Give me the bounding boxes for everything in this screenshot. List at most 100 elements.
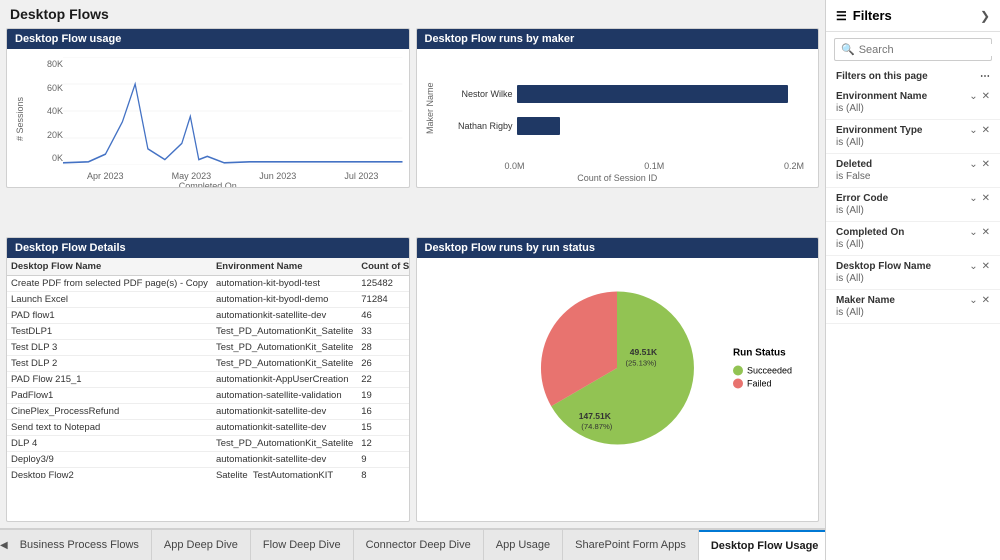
filters-search-box[interactable]: 🔍 [834, 38, 992, 61]
maker-name-2: Nathan Rigby [443, 121, 513, 131]
legend-succeeded-label: Succeeded [747, 366, 792, 376]
table-cell: PadFlow1 [7, 388, 212, 404]
table-cell: 12 [357, 436, 408, 452]
table-cell: Desktop Flow2 [7, 468, 212, 479]
filter-item: Environment Name ⌄ ✕ is (All) [826, 86, 1000, 120]
table-cell: automationkit-satellite-dev [212, 452, 357, 468]
filter-controls[interactable]: ⌄ ✕ [969, 125, 990, 136]
run-status-card: Desktop Flow runs by run status 49.51K [416, 237, 820, 522]
filter-controls[interactable]: ⌄ ✕ [969, 295, 990, 306]
table-row: Test DLP 3Test_PD_AutomationKit_Satelite… [7, 340, 409, 356]
filter-name: Error Code [836, 193, 888, 204]
tab-desktop-flow-usage[interactable]: Desktop Flow Usage [699, 530, 825, 560]
usage-chart-title: Desktop Flow usage [7, 29, 409, 49]
maker-x-labels: 0.0M0.1M0.2M [423, 161, 813, 173]
filter-item-header: Maker Name ⌄ ✕ [836, 295, 990, 306]
x-axis-labels: Apr 2023May 2023Jun 2023Jul 2023 [63, 171, 403, 181]
filters-close-btn[interactable]: ❯ [980, 9, 990, 23]
maker-y-axis-title: Maker Name [423, 55, 437, 161]
legend-failed-label: Failed [747, 379, 772, 389]
filter-clear-icon[interactable]: ✕ [982, 125, 990, 136]
filter-expand-icon[interactable]: ⌄ [969, 159, 977, 170]
filter-items-list: Environment Name ⌄ ✕ is (All) Environmen… [826, 86, 1000, 560]
table-cell: 46 [357, 308, 408, 324]
tab-app-deep-dive[interactable]: App Deep Dive [152, 530, 251, 560]
filter-expand-icon[interactable]: ⌄ [969, 91, 977, 102]
filter-item: Desktop Flow Name ⌄ ✕ is (All) [826, 256, 1000, 290]
table-cell: 26 [357, 356, 408, 372]
filter-item: Environment Type ⌄ ✕ is (All) [826, 120, 1000, 154]
filter-clear-icon[interactable]: ✕ [982, 295, 990, 306]
svg-text:(25.13%): (25.13%) [626, 358, 657, 367]
filters-title-text: Filters [853, 8, 892, 23]
details-table-wrap[interactable]: Desktop Flow Name Environment Name Count… [7, 258, 409, 478]
filter-controls[interactable]: ⌄ ✕ [969, 91, 990, 102]
tab-flow-deep-dive[interactable]: Flow Deep Dive [251, 530, 354, 560]
filter-controls[interactable]: ⌄ ✕ [969, 227, 990, 238]
legend-run-status-title: Run Status [733, 348, 792, 359]
filters-on-page-label: Filters on this page ⋯ [826, 67, 1000, 86]
tab-business-process-flows[interactable]: Business Process Flows [8, 530, 152, 560]
filter-expand-icon[interactable]: ⌄ [969, 193, 977, 204]
filter-controls[interactable]: ⌄ ✕ [969, 261, 990, 272]
table-cell: PAD flow1 [7, 308, 212, 324]
filter-clear-icon[interactable]: ✕ [982, 261, 990, 272]
details-table: Desktop Flow Name Environment Name Count… [7, 258, 409, 478]
table-cell: 28 [357, 340, 408, 356]
table-cell: Test DLP 2 [7, 356, 212, 372]
table-cell: 16 [357, 404, 408, 420]
filter-value: is (All) [836, 137, 990, 148]
tab-prev-btn[interactable]: ◀ [0, 530, 8, 560]
filter-clear-icon[interactable]: ✕ [982, 227, 990, 238]
filter-expand-icon[interactable]: ⌄ [969, 227, 977, 238]
filter-value: is (All) [836, 205, 990, 216]
filters-header: ☰ Filters ❯ [826, 0, 1000, 32]
tab-sharepoint-form-apps[interactable]: SharePoint Form Apps [563, 530, 699, 560]
table-row: Test DLP 2Test_PD_AutomationKit_Satelite… [7, 356, 409, 372]
table-cell: Test_PD_AutomationKit_Satelite [212, 436, 357, 452]
filter-expand-icon[interactable]: ⌄ [969, 295, 977, 306]
table-cell: automationkit-satellite-dev [212, 308, 357, 324]
search-input[interactable] [859, 44, 1000, 56]
filters-panel: ☰ Filters ❯ 🔍 Filters on this page ⋯ Env… [825, 0, 1000, 560]
filter-clear-icon[interactable]: ✕ [982, 159, 990, 170]
table-cell: Satelite_TestAutomationKIT [212, 468, 357, 479]
table-cell: 22 [357, 372, 408, 388]
filters-more-icon[interactable]: ⋯ [980, 71, 990, 82]
filter-value: is (All) [836, 273, 990, 284]
usage-chart-card: Desktop Flow usage # Sessions 80K60K40K2… [6, 28, 410, 188]
table-row: Deploy3/9automationkit-satellite-dev95/1… [7, 452, 409, 468]
filter-expand-icon[interactable]: ⌄ [969, 261, 977, 272]
filter-value: is False [836, 171, 990, 182]
bottom-tabs: ◀ Business Process Flows App Deep Dive F… [0, 528, 825, 560]
table-cell: 15 [357, 420, 408, 436]
tab-connector-deep-dive[interactable]: Connector Deep Dive [354, 530, 484, 560]
filter-clear-icon[interactable]: ✕ [982, 193, 990, 204]
filter-clear-icon[interactable]: ✕ [982, 91, 990, 102]
table-cell: Test DLP 3 [7, 340, 212, 356]
maker-chart-card: Desktop Flow runs by maker Maker Name Ne… [416, 28, 820, 188]
filter-name: Environment Name [836, 91, 927, 102]
usage-chart-svg [63, 57, 403, 165]
table-row: PAD flow1automationkit-satellite-dev465/… [7, 308, 409, 324]
filter-value: is (All) [836, 103, 990, 114]
filter-controls[interactable]: ⌄ ✕ [969, 159, 990, 170]
filter-item: Error Code ⌄ ✕ is (All) [826, 188, 1000, 222]
tab-app-usage[interactable]: App Usage [484, 530, 563, 560]
run-status-chart-area: 49.51K (25.13%) 147.51K (74.87%) Run Sta… [417, 258, 819, 478]
maker-row-1: Nestor Wilke [443, 85, 805, 103]
col-env-name: Environment Name [212, 258, 357, 276]
maker-name-1: Nestor Wilke [443, 89, 513, 99]
filter-name: Desktop Flow Name [836, 261, 931, 272]
filter-item: Deleted ⌄ ✕ is False [826, 154, 1000, 188]
svg-text:(74.87%): (74.87%) [582, 422, 613, 431]
table-cell: automationkit-satellite-dev [212, 420, 357, 436]
table-cell: 71284 [357, 292, 408, 308]
table-row: DLP 4Test_PD_AutomationKit_Satelite127/1… [7, 436, 409, 452]
table-cell: Launch Excel [7, 292, 212, 308]
filter-controls[interactable]: ⌄ ✕ [969, 193, 990, 204]
page-title: Desktop Flows [0, 0, 825, 28]
filter-expand-icon[interactable]: ⌄ [969, 125, 977, 136]
table-cell: CinePlex_ProcessRefund [7, 404, 212, 420]
details-card: Desktop Flow Details Desktop Flow Name E… [6, 237, 410, 522]
